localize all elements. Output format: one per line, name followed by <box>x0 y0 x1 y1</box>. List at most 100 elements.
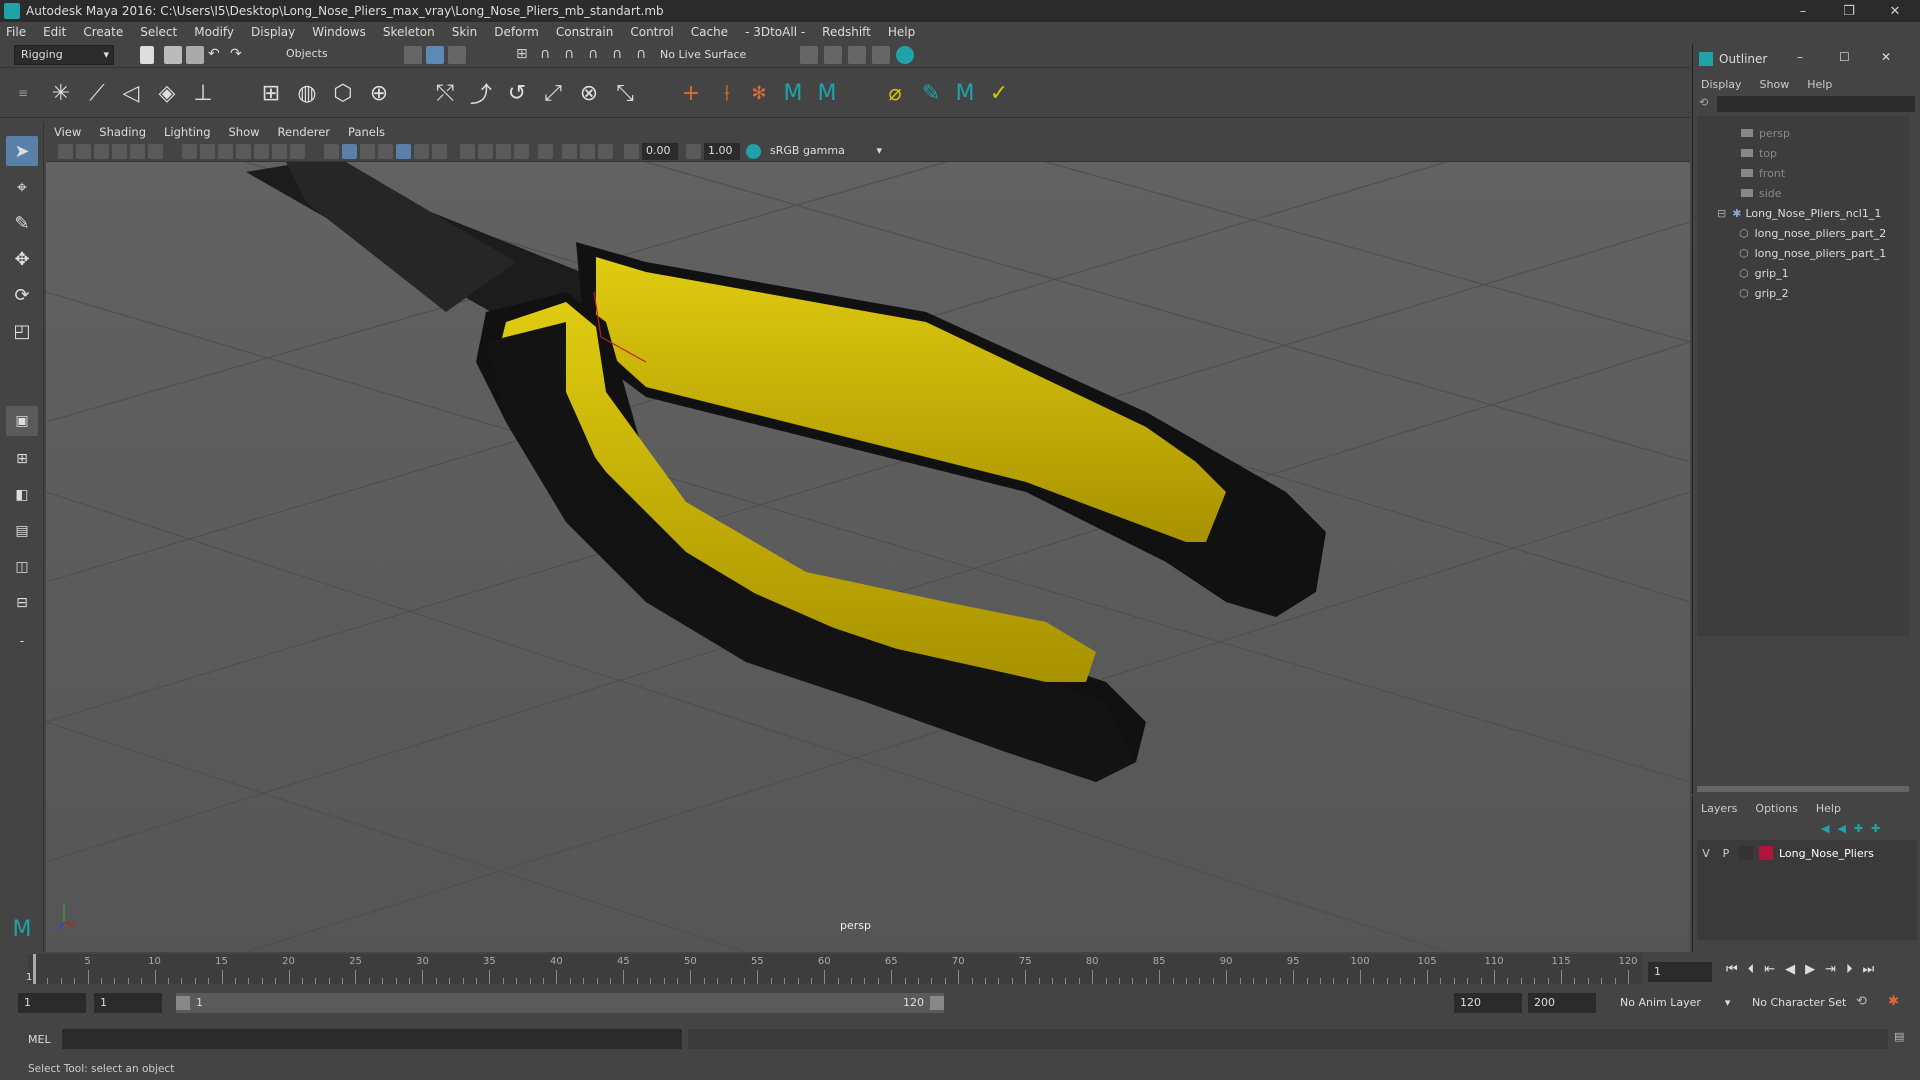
camera-select-icon[interactable] <box>58 144 73 159</box>
menuset-dropdown[interactable]: Rigging ▾ <box>14 45 114 65</box>
panel-menu-panels[interactable]: Panels <box>348 125 385 139</box>
cluster-icon[interactable]: ⊕ <box>364 78 394 108</box>
snap-point-icon[interactable]: ∩ <box>564 46 582 64</box>
outliner-menu-help[interactable]: Help <box>1807 78 1832 91</box>
outliner-menu-display[interactable]: Display <box>1701 78 1742 91</box>
safe-title-icon[interactable] <box>290 144 305 159</box>
new-layer-selected-icon[interactable]: ✚ <box>1871 822 1880 835</box>
anim-layer-dropdown[interactable]: No Anim Layer ▾ <box>1620 996 1730 1009</box>
menu-constrain[interactable]: Constrain <box>556 25 614 39</box>
panel-menu-lighting[interactable]: Lighting <box>164 125 210 139</box>
film-gate-icon[interactable] <box>200 144 215 159</box>
menu-edit[interactable]: Edit <box>43 25 66 39</box>
xray-active-icon[interactable] <box>598 144 613 159</box>
menu-windows[interactable]: Windows <box>312 25 366 39</box>
animation-start-field[interactable]: 1 <box>18 993 86 1013</box>
xray-joints-icon[interactable] <box>580 144 595 159</box>
lasso-tool-icon[interactable]: ⌖ <box>6 172 38 202</box>
minimize-button[interactable]: – <box>1780 0 1826 22</box>
view-transform-dropdown[interactable]: sRGB gamma ▾ <box>766 143 886 160</box>
menu-help[interactable]: Help <box>888 25 915 39</box>
outliner-item-group[interactable]: ⊟ ✱ Long_Nose_Pliers_ncl1_1 <box>1717 204 1881 222</box>
exposure-field[interactable]: 0.00 <box>642 143 678 160</box>
exposure-icon[interactable] <box>624 144 639 159</box>
2d-pan-zoom-icon[interactable] <box>130 144 145 159</box>
maya-home-icon[interactable]: M <box>6 914 38 944</box>
layer-playback-toggle[interactable]: P <box>1719 847 1733 860</box>
selection-mode-dropdown[interactable]: Objects <box>280 45 376 65</box>
layer-name[interactable]: Long_Nose_Pliers <box>1779 847 1874 860</box>
smooth-shade-icon[interactable] <box>342 144 357 159</box>
outliner-item-child[interactable]: ⬡ long_nose_pliers_part_2 <box>1739 224 1886 242</box>
outliner-item-child[interactable]: ⬡ long_nose_pliers_part_1 <box>1739 244 1886 262</box>
locator-icon[interactable]: + <box>676 78 706 108</box>
range-slider[interactable]: 1 120 <box>176 993 944 1013</box>
parent-constraint-icon[interactable]: ⊗ <box>574 78 604 108</box>
smooth-bind-icon[interactable]: ◍ <box>292 78 322 108</box>
move-layer-down-icon[interactable]: ◀ <box>1837 822 1845 835</box>
live-surface-label[interactable]: No Live Surface <box>660 48 746 61</box>
side-by-side-layout-icon[interactable]: ◧ <box>6 480 38 510</box>
rotate-tool-icon[interactable]: ⟳ <box>6 280 38 310</box>
layer-color-swatch[interactable] <box>1759 846 1773 860</box>
outliner-horizontal-scrollbar[interactable] <box>1697 786 1909 792</box>
select-hierarchy-icon[interactable] <box>404 46 422 64</box>
panel-menu-renderer[interactable]: Renderer <box>278 125 331 139</box>
snap-surface-icon[interactable]: ∩ <box>612 46 630 64</box>
move-layer-up-icon[interactable]: ◀ <box>1821 822 1829 835</box>
panel-menu-show[interactable]: Show <box>229 125 260 139</box>
insert-joint-icon[interactable]: ◈ <box>152 78 182 108</box>
point-constraint-icon[interactable]: ⤲ <box>430 78 460 108</box>
outliner-item-side[interactable]: side <box>1741 184 1782 202</box>
open-scene-icon[interactable] <box>164 46 182 64</box>
hypershade-icon[interactable] <box>872 46 890 64</box>
screen-space-ao-icon[interactable] <box>460 144 475 159</box>
layer-row[interactable]: V P Long_Nose_Pliers <box>1699 844 1913 862</box>
collapse-icon[interactable]: ⊟ <box>1717 207 1726 220</box>
outliner-layout-icon[interactable]: ▤ <box>6 516 38 546</box>
undo-icon[interactable]: ↶ <box>208 46 226 64</box>
lattice-icon[interactable]: ⬡ <box>328 78 358 108</box>
time-ruler[interactable]: 5 10 15 20 25 30 35 40 45 50 55 60 65 70 75 80 85 90 95 100… <box>28 954 1642 984</box>
outliner-item-persp[interactable]: persp <box>1741 124 1790 142</box>
render-view-icon[interactable] <box>896 46 914 64</box>
go-to-start-icon[interactable]: ⏮ <box>1726 962 1738 977</box>
ik-fk-icon[interactable]: ⟊ <box>712 78 742 108</box>
gamma-field[interactable]: 1.00 <box>704 143 740 160</box>
use-all-lights-icon[interactable] <box>414 144 429 159</box>
step-back-key-icon[interactable]: ⇤ <box>1764 962 1775 977</box>
humanik-icon[interactable]: M <box>778 78 808 108</box>
ik-spline-icon[interactable]: ◁ <box>116 78 146 108</box>
menu-3dtoall[interactable]: - 3DtoAll - <box>745 25 805 39</box>
new-layer-icon[interactable]: ✚ <box>1854 822 1863 835</box>
mirror-joint-icon[interactable]: ⊥ <box>188 78 218 108</box>
outliner-item-top[interactable]: top <box>1741 144 1777 162</box>
animation-end-field[interactable]: 200 <box>1528 993 1596 1013</box>
go-to-end-icon[interactable]: ⏭ <box>1863 962 1875 977</box>
wireframe-on-shaded-icon[interactable] <box>378 144 393 159</box>
four-view-layout-icon[interactable]: ⊞ <box>6 444 38 474</box>
current-time-indicator[interactable] <box>33 954 36 984</box>
safe-action-icon[interactable] <box>272 144 287 159</box>
character-control-icon[interactable]: M <box>812 78 842 108</box>
select-component-icon[interactable] <box>448 46 466 64</box>
menu-modify[interactable]: Modify <box>194 25 234 39</box>
close-button[interactable]: ✕ <box>1872 0 1918 22</box>
current-frame-field[interactable]: 1 <box>1648 962 1712 982</box>
menu-file[interactable]: File <box>6 25 26 39</box>
step-forward-icon[interactable]: ⏵ <box>1846 962 1853 977</box>
resolution-gate-icon[interactable] <box>218 144 233 159</box>
outliner-minimize-button[interactable]: – <box>1797 50 1803 64</box>
animation-preferences-icon[interactable]: ✱ <box>1888 994 1899 1009</box>
render-frame-icon[interactable] <box>800 46 818 64</box>
outliner-item-child[interactable]: ⬡ grip_1 <box>1739 264 1789 282</box>
camera-attributes-icon[interactable] <box>76 144 91 159</box>
outliner-maximize-button[interactable]: ☐ <box>1839 50 1850 64</box>
aim-constraint-icon[interactable]: ⤴ <box>466 78 496 108</box>
layer-menu-help[interactable]: Help <box>1816 802 1841 815</box>
gate-mask-icon[interactable] <box>236 144 251 159</box>
gamma-icon[interactable] <box>686 144 701 159</box>
range-end-handle[interactable] <box>930 996 944 1010</box>
outliner-search-input[interactable] <box>1717 96 1915 112</box>
motion-blur-icon[interactable] <box>478 144 493 159</box>
